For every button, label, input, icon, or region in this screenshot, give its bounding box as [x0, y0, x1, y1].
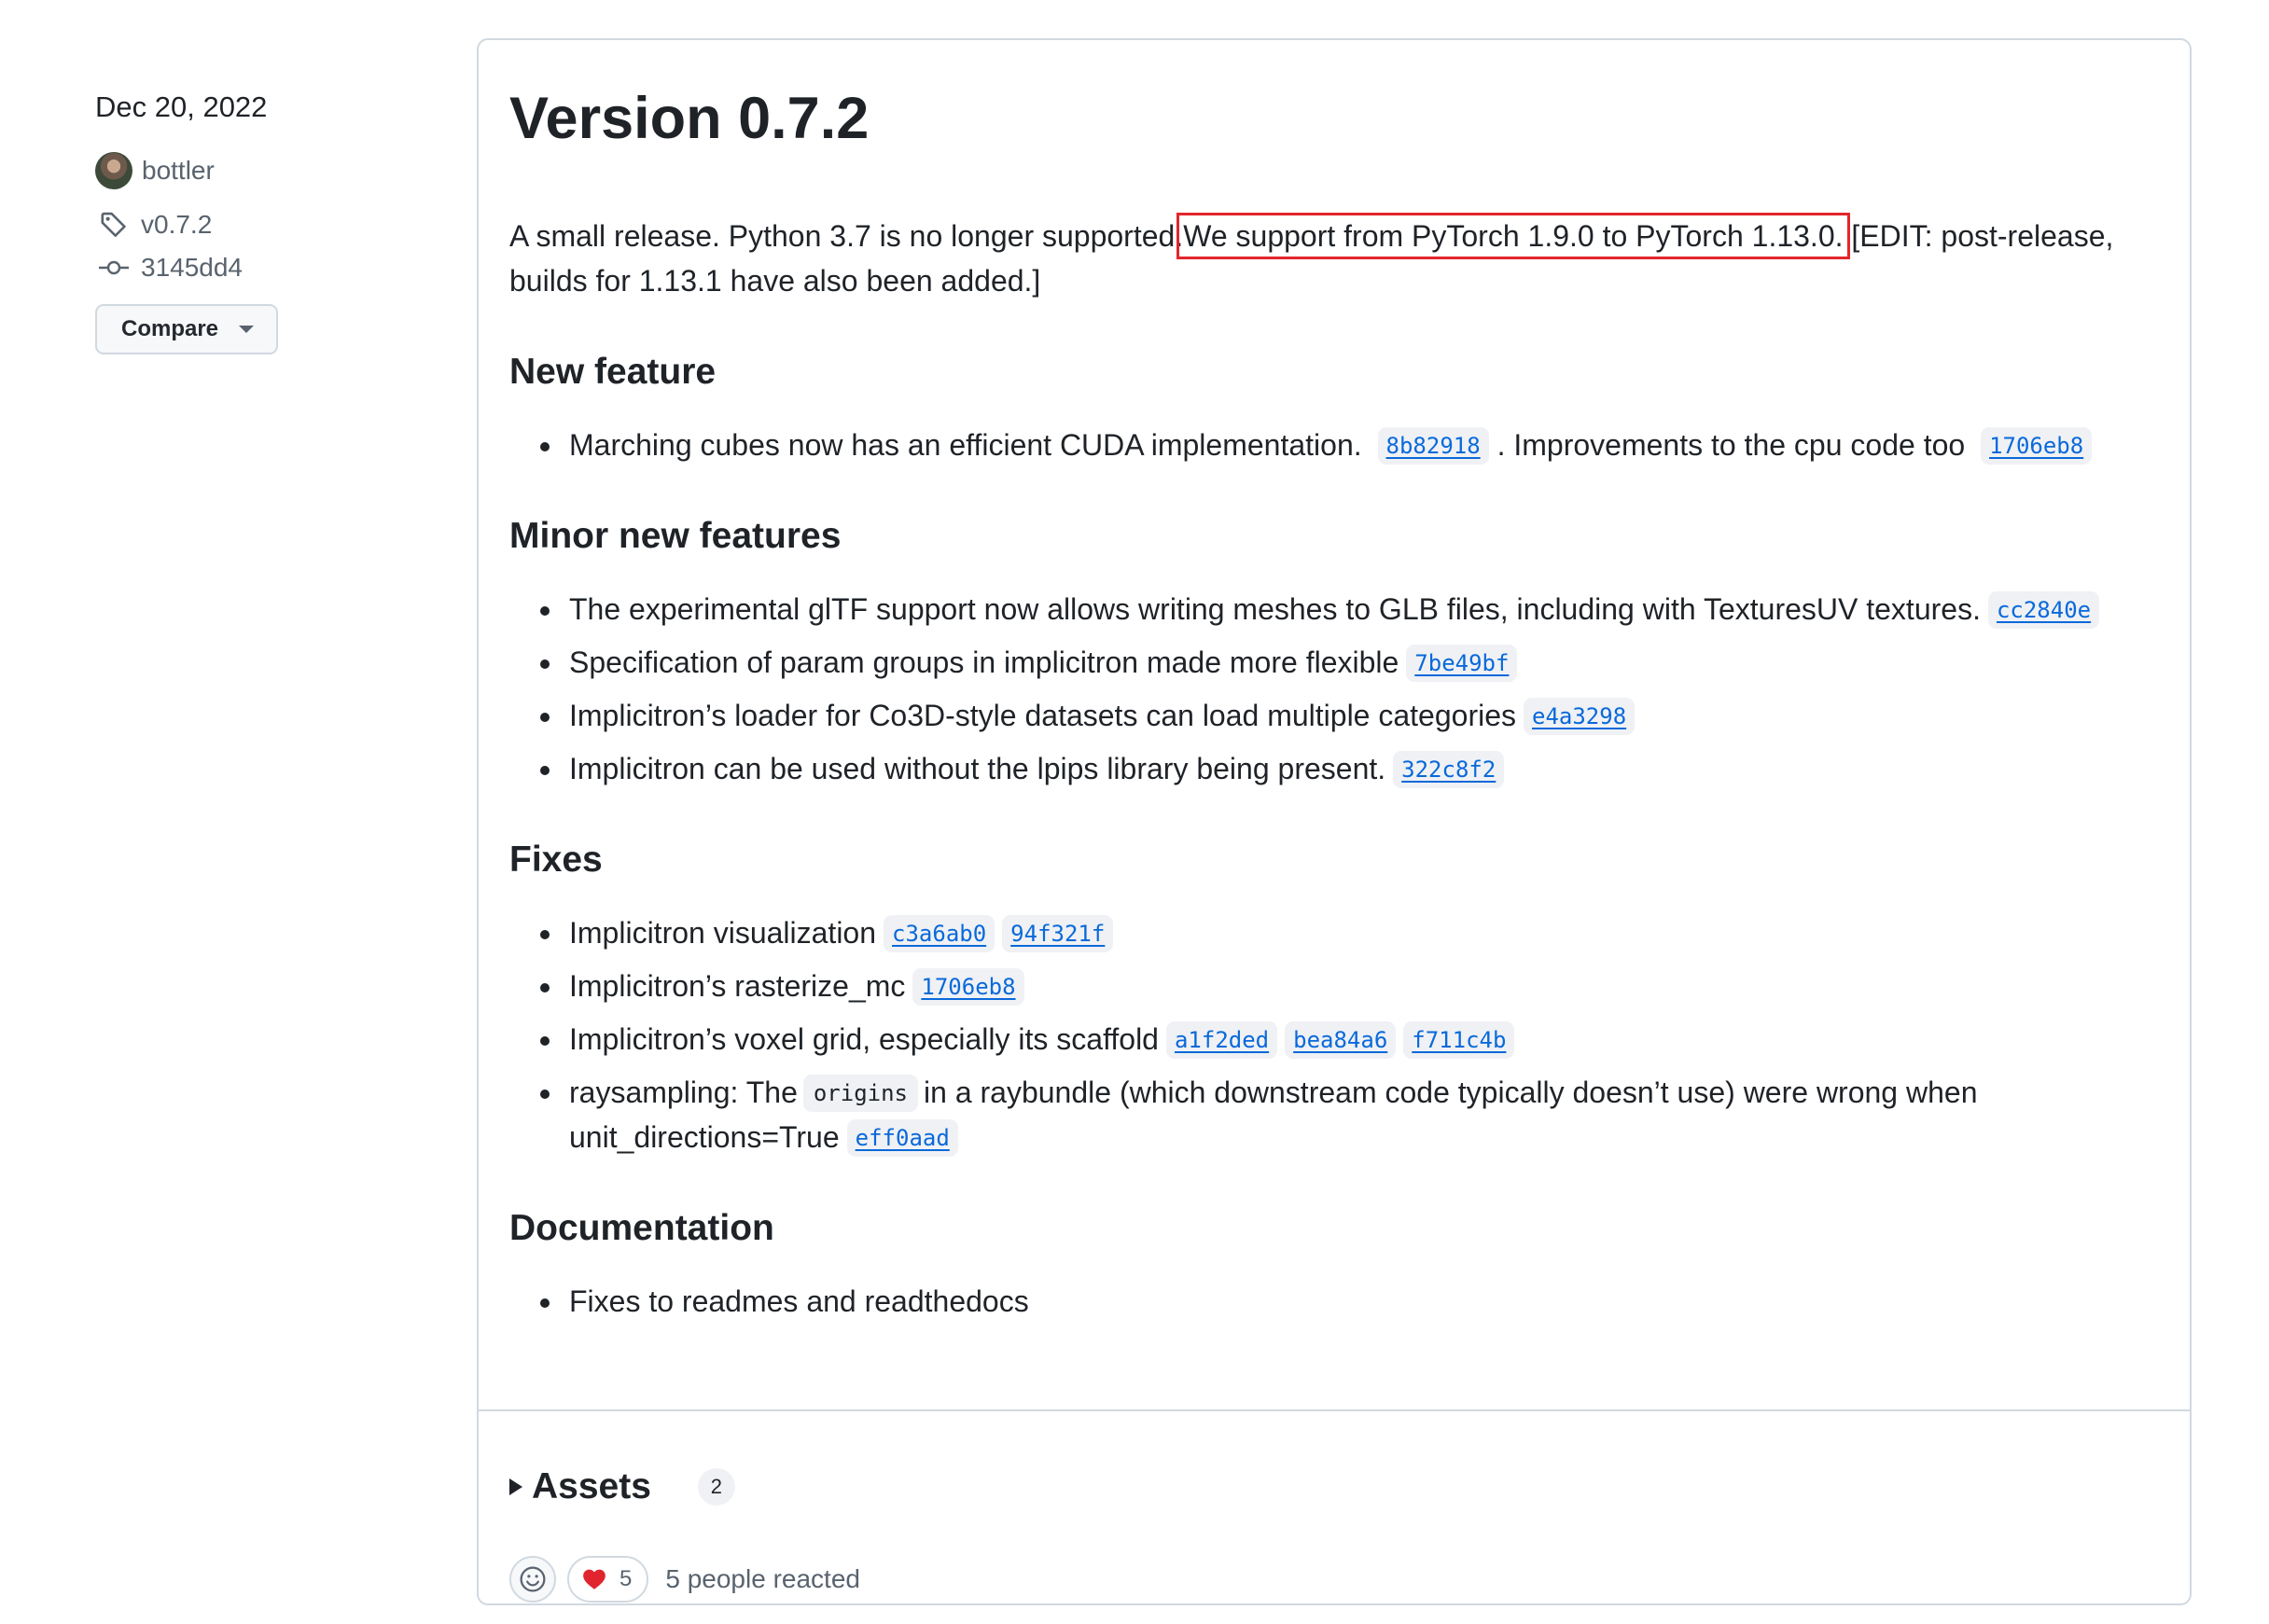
list-item: Specification of param groups in implici…	[540, 640, 2160, 685]
reactions-bar: 5 5 people reacted	[509, 1556, 860, 1603]
highlighted-text: We support from PyTorch 1.9.0 to PyTorch…	[1176, 213, 1850, 259]
list-item: Marching cubes now has an efficient CUDA…	[540, 423, 2160, 467]
item-text: Specification of param groups in implici…	[569, 645, 1399, 679]
release-date: Dec 20, 2022	[95, 90, 268, 123]
heart-icon	[583, 1569, 606, 1589]
release-page: Dec 20, 2022 bottler v0.7.2 3145dd4 Comp…	[0, 0, 2269, 1624]
release-commit[interactable]: 3145dd4	[95, 246, 431, 289]
list-item: The experimental glTF support now allows…	[540, 587, 2160, 632]
assets-toggle[interactable]: Assets 2	[509, 1463, 735, 1511]
reactions-summary: 5 people reacted	[665, 1564, 860, 1593]
commit-link[interactable]: 322c8f2	[1393, 751, 1505, 788]
tag-icon	[95, 206, 132, 243]
release-intro: A small release. Python 3.7 is no longer…	[509, 213, 2160, 303]
commit-link[interactable]: 7be49bf	[1406, 645, 1518, 682]
commit-link[interactable]: bea84a6	[1285, 1021, 1397, 1059]
commit-link[interactable]: e4a3298	[1524, 698, 1636, 735]
section-heading-new-feature: New feature	[509, 352, 717, 392]
new-feature-list: Marching cubes now has an efficient CUDA…	[509, 423, 2160, 467]
compare-label: Compare	[121, 316, 219, 341]
section-heading-minor-features: Minor new features	[509, 516, 842, 556]
compare-button[interactable]: Compare	[95, 304, 279, 354]
inline-code: origins	[802, 1075, 919, 1112]
release-body: Version 0.7.2 A small release. Python 3.…	[479, 40, 2190, 1324]
section-heading-fixes: Fixes	[509, 840, 603, 880]
assets-count-badge: 2	[697, 1468, 735, 1506]
fixes-list: Implicitron visualization c3a6ab0 94f321f …	[509, 910, 2160, 1159]
commit-icon	[95, 249, 132, 286]
commit-link[interactable]: 94f321f	[1002, 915, 1114, 952]
list-item: Implicitron can be used without the lpip…	[540, 746, 2160, 791]
release-tag[interactable]: v0.7.2	[95, 203, 431, 246]
heart-count: 5	[619, 1566, 633, 1591]
commit-link[interactable]: eff0aad	[846, 1119, 958, 1157]
heart-reaction-button[interactable]: 5	[567, 1556, 649, 1603]
documentation-list: Fixes to readmes and readthedocs	[509, 1279, 2160, 1324]
item-text: The experimental glTF support now allows…	[569, 592, 1981, 626]
item-text: Implicitron’s voxel grid, especially its…	[569, 1022, 1159, 1056]
list-item: raysampling: The origins in a raybundle (w…	[540, 1070, 2160, 1159]
list-item: Implicitron’s loader for Co3D-style data…	[540, 693, 2160, 738]
item-text: . Improvements to the cpu code too	[1496, 428, 1966, 462]
release-title[interactable]: Version 0.7.2	[509, 81, 2160, 156]
avatar[interactable]	[95, 152, 132, 189]
list-item: Implicitron’s rasterize_mc 1706eb8	[540, 964, 2160, 1008]
item-text: Implicitron can be used without the lpip…	[569, 752, 1386, 785]
release-meta: Dec 20, 2022 bottler v0.7.2 3145dd4 Comp…	[95, 86, 431, 354]
commit-sha[interactable]: 3145dd4	[141, 246, 243, 289]
card-divider	[479, 1409, 2190, 1411]
item-text: Implicitron’s rasterize_mc	[569, 969, 906, 1003]
list-item: Implicitron’s voxel grid, especially its…	[540, 1017, 2160, 1062]
commit-link[interactable]: c3a6ab0	[884, 915, 995, 952]
list-item: Fixes to readmes and readthedocs	[540, 1279, 2160, 1324]
release-author[interactable]: bottler	[95, 149, 431, 192]
commit-link[interactable]: cc2840e	[1987, 591, 2100, 629]
tag-name[interactable]: v0.7.2	[141, 203, 212, 246]
author-name[interactable]: bottler	[142, 149, 215, 192]
commit-link[interactable]: 1706eb8	[912, 968, 1024, 1006]
item-text: Marching cubes now has an efficient CUDA…	[569, 428, 1362, 462]
add-reaction-button[interactable]	[509, 1556, 556, 1603]
item-text: Fixes to readmes and readthedocs	[569, 1284, 1029, 1318]
intro-part1: A small release. Python 3.7 is no longer…	[509, 219, 1184, 253]
assets-label[interactable]: Assets	[532, 1463, 651, 1511]
list-item: Implicitron visualization c3a6ab0 94f321f	[540, 910, 2160, 955]
item-text: Implicitron’s loader for Co3D-style data…	[569, 699, 1516, 732]
disclosure-triangle-icon	[509, 1478, 522, 1495]
smiley-icon	[520, 1566, 546, 1592]
release-card: Version 0.7.2 A small release. Python 3.…	[477, 38, 2192, 1605]
item-text: raysampling: The	[569, 1076, 798, 1109]
commit-link[interactable]: a1f2ded	[1165, 1021, 1278, 1059]
item-text: Implicitron visualization	[569, 916, 877, 950]
section-heading-documentation: Documentation	[509, 1208, 774, 1248]
chevron-down-icon	[239, 326, 255, 333]
minor-features-list: The experimental glTF support now allows…	[509, 587, 2160, 791]
commit-link[interactable]: 8b82918	[1377, 427, 1489, 465]
commit-link[interactable]: 1706eb8	[1981, 427, 2093, 465]
commit-link[interactable]: f711c4b	[1403, 1021, 1515, 1059]
